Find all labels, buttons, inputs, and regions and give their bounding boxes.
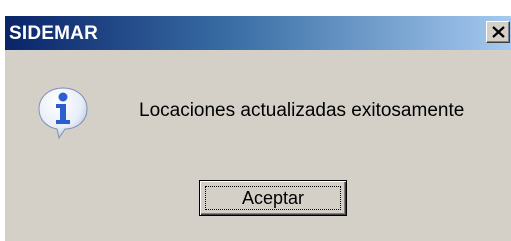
- message-dialog: SIDEMAR Locaciones actualizadas exitosam…: [4, 16, 511, 241]
- window-title: SIDEMAR: [9, 23, 99, 44]
- info-icon: [38, 87, 88, 140]
- title-bar[interactable]: SIDEMAR: [5, 16, 511, 50]
- accept-button-label: Aceptar: [241, 188, 305, 208]
- close-icon: [492, 26, 505, 38]
- close-button[interactable]: [486, 21, 510, 43]
- accept-button[interactable]: Aceptar: [199, 180, 347, 216]
- message-text: Locaciones actualizadas exitosamente: [139, 100, 465, 121]
